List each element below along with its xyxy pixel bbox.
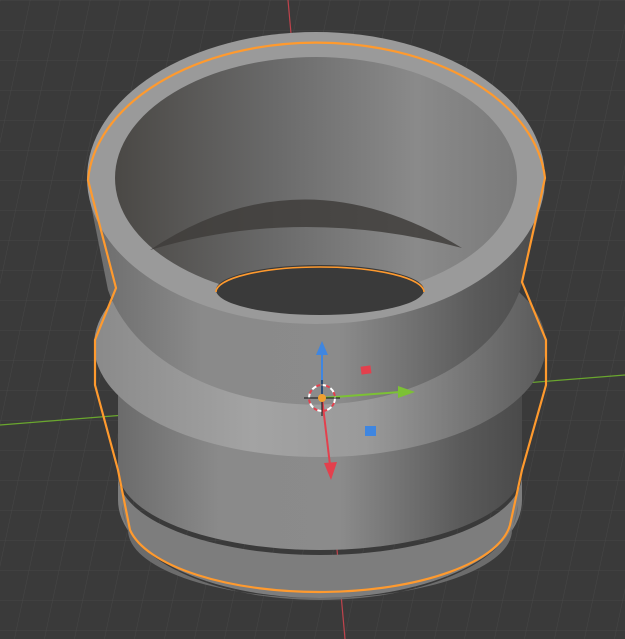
inner-cavity — [115, 57, 517, 299]
yz-plane-handle-icon[interactable] — [365, 426, 376, 436]
bottom-opening — [216, 265, 424, 315]
xz-plane-handle-icon[interactable] — [360, 365, 372, 375]
3d-viewport[interactable] — [0, 0, 625, 639]
mesh-object[interactable] — [86, 32, 548, 600]
viewport-scene[interactable] — [0, 0, 625, 639]
